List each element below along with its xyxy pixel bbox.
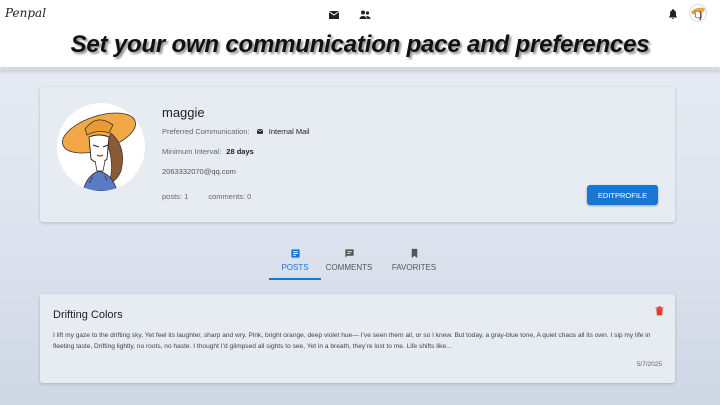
comments-count: comments: 0 [208,192,252,201]
bell-icon[interactable] [666,8,680,20]
mail-icon [256,129,263,134]
post-title[interactable]: Drifting Colors [53,309,123,321]
delete-icon[interactable] [654,305,665,317]
banner: Set your own communication pace and pref… [0,22,720,70]
profile-card: maggie Preferred Communication: Internal… [40,87,675,222]
tab-favorites-label: FAVORITES [391,263,437,272]
profile-email: 2063332070@qq.com [162,167,236,176]
top-nav-bar: Penpal [0,0,720,24]
tab-comments-label: COMMENTS [325,263,373,272]
tab-posts-label: POSTS [281,263,309,272]
post-body: I lift my gaze to the drifting sky, Yet … [53,332,651,350]
preferred-communication-label: Preferred Communication: [162,127,250,136]
bookmark-icon [411,248,417,259]
edit-profile-button[interactable]: EDITPROFILE [587,185,658,205]
tab-favorites[interactable]: FAVORITES [388,246,440,280]
profile-counts: posts: 1 comments: 0 [162,192,269,201]
tab-posts[interactable]: POSTS [269,246,321,280]
profile-username: maggie [162,105,205,120]
preferred-communication-value: Internal Mail [268,127,310,136]
post-date: 5/7/2025 [636,361,662,368]
tab-comments[interactable]: COMMENTS [323,246,375,280]
comment-icon [344,249,354,258]
preferred-communication-row: Preferred Communication: Internal Mail [162,127,310,136]
people-icon[interactable] [358,9,372,21]
article-icon [290,249,300,258]
posts-count: posts: 1 [162,192,189,201]
brand-logo[interactable]: Penpal [5,6,46,20]
mail-icon[interactable] [327,9,341,21]
post-card[interactable]: Drifting Colors I lift my gaze to the dr… [40,294,675,383]
banner-caption: Set your own communication pace and pref… [70,31,650,58]
profile-avatar [57,103,145,191]
minimum-interval-value: 28 days [226,147,254,156]
minimum-interval-label: Minimum Interval: [162,147,222,156]
minimum-interval-row: Minimum Interval: 28 days [162,147,254,156]
user-avatar[interactable] [690,5,706,21]
